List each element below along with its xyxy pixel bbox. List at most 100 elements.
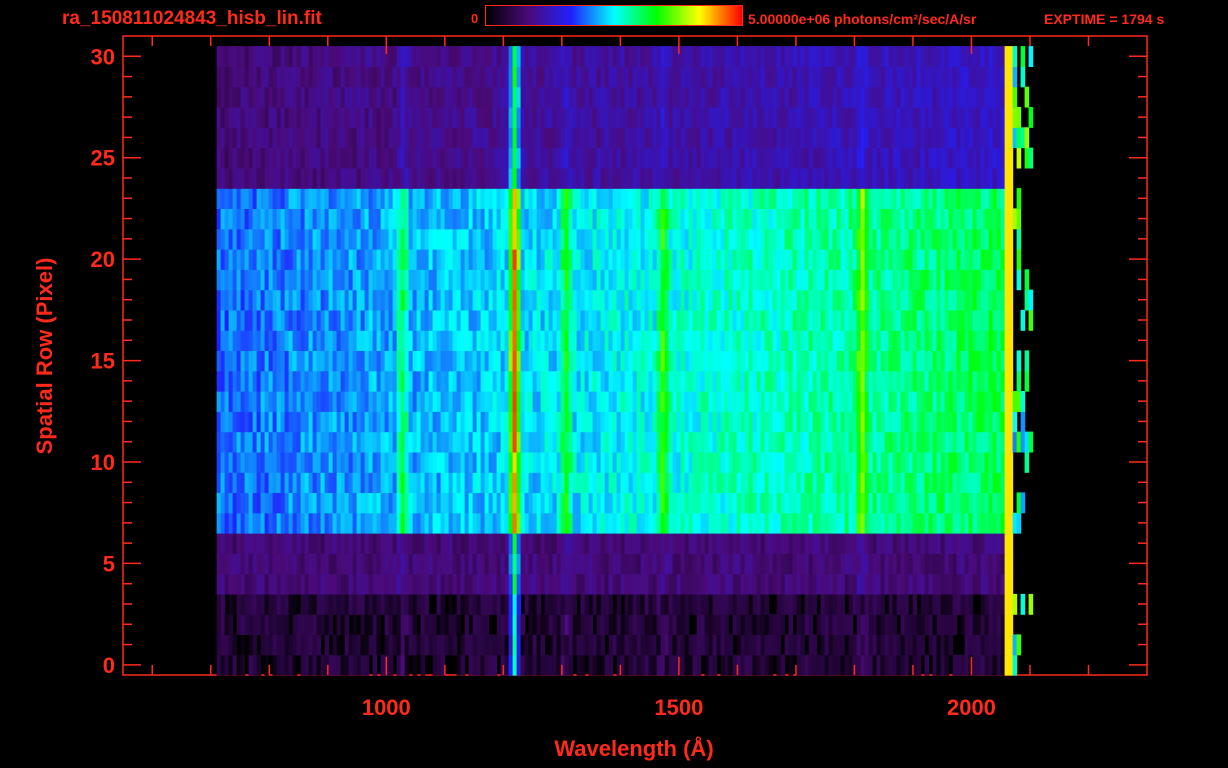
- heatmap-cell: [980, 411, 986, 433]
- heatmap-cell: [292, 593, 298, 615]
- heatmap-cell: [924, 249, 930, 270]
- heatmap-cell: [544, 492, 550, 514]
- heatmap-cell: [452, 431, 458, 453]
- heatmap-cell: [964, 492, 970, 514]
- heatmap-cell: [420, 167, 426, 189]
- heatmap-cell: [704, 512, 710, 534]
- heatmap-cell: [272, 573, 278, 595]
- heatmap-cell: [216, 654, 222, 676]
- heatmap-cell: [444, 614, 450, 635]
- heatmap-cell: [252, 249, 258, 270]
- heatmap-cell: [452, 391, 458, 412]
- heatmap-cell: [948, 634, 954, 656]
- heatmap-cell: [396, 593, 402, 615]
- heatmap-cell: [784, 289, 790, 311]
- heatmap-cell: [360, 330, 366, 351]
- heatmap-cell: [720, 533, 726, 554]
- heatmap-cell: [388, 451, 394, 473]
- heatmap-cell: [880, 289, 886, 311]
- heatmap-cell: [784, 553, 790, 575]
- heatmap-cell: [336, 208, 342, 230]
- heatmap-cell: [456, 309, 462, 331]
- heatmap-cell: [856, 228, 862, 250]
- heatmap-cell: [364, 208, 370, 230]
- heatmap-cell: [680, 593, 686, 615]
- heatmap-cell: [452, 512, 458, 534]
- heatmap-cell: [268, 411, 274, 433]
- heatmap-cell: [320, 370, 326, 392]
- heatmap-cell: [628, 593, 634, 615]
- heatmap-cell: [836, 654, 842, 676]
- heatmap-cell: [328, 391, 334, 412]
- heatmap-cell: [936, 512, 942, 534]
- heatmap-cell: [660, 614, 666, 635]
- heatmap-cell: [452, 533, 458, 554]
- heatmap-cell: [712, 208, 718, 230]
- heatmap-cell: [408, 614, 414, 635]
- heatmap-cell: [796, 533, 802, 554]
- heatmap-cell: [336, 167, 342, 189]
- heatmap-cell: [596, 228, 602, 250]
- heatmap-cell: [308, 512, 314, 534]
- heatmap-cell: [492, 533, 498, 554]
- heatmap-cell: [676, 167, 682, 189]
- heatmap-cell: [640, 573, 646, 595]
- heatmap-cell: [372, 330, 378, 351]
- heatmap-cell: [288, 573, 294, 595]
- heatmap-cell: [768, 289, 774, 311]
- heatmap-cell: [600, 289, 606, 311]
- heatmap-cell: [704, 350, 710, 372]
- heatmap-cell: [304, 269, 310, 291]
- heatmap-cell: [764, 208, 770, 230]
- heatmap-cell: [972, 228, 978, 250]
- heatmap-cell: [804, 533, 810, 554]
- heatmap-cell: [316, 269, 322, 291]
- heatmap-cell: [540, 553, 546, 575]
- heatmap-cell: [828, 411, 834, 433]
- heatmap-cell: [360, 573, 366, 595]
- heatmap-cell: [276, 431, 282, 453]
- heatmap-cell: [716, 492, 722, 514]
- heatmap-cell: [740, 249, 746, 270]
- heatmap-cell: [544, 533, 550, 554]
- heatmap-cell: [280, 492, 286, 514]
- heatmap-cell: [260, 147, 266, 169]
- heatmap-cell: [796, 573, 802, 595]
- heatmap-cell: [480, 614, 486, 635]
- heatmap-cell: [660, 228, 666, 250]
- heatmap-cell: [244, 533, 250, 554]
- heatmap-cell: [508, 492, 514, 514]
- heatmap-cell: [584, 593, 590, 615]
- heatmap-cell: [668, 228, 674, 250]
- heatmap-cell: [604, 249, 610, 270]
- heatmap-cell: [432, 147, 438, 169]
- heatmap-cell: [876, 269, 882, 291]
- heatmap-cell: [300, 391, 306, 412]
- heatmap-cell: [536, 472, 542, 493]
- heatmap-cell: [352, 654, 358, 676]
- heatmap-cell: [512, 208, 518, 230]
- heatmap-cell: [284, 512, 290, 534]
- heatmap-cell: [336, 370, 342, 392]
- heatmap-cell: [740, 350, 746, 372]
- heatmap-cell: [300, 309, 306, 331]
- heatmap-cell: [228, 167, 234, 189]
- heatmap-cell: [812, 391, 818, 412]
- heatmap-cell: [320, 208, 326, 230]
- heatmap-cell: [396, 289, 402, 311]
- heatmap-cell: [732, 431, 738, 453]
- heatmap-cell: [644, 614, 650, 635]
- heatmap-cell: [980, 614, 986, 635]
- heatmap-cell: [992, 573, 998, 595]
- heatmap-cell: [288, 249, 294, 270]
- heatmap-cell: [336, 228, 342, 250]
- heatmap-cell: [1008, 330, 1014, 351]
- heatmap-cell: [764, 553, 770, 575]
- heatmap-cell: [640, 512, 646, 534]
- heatmap-cell: [384, 228, 390, 250]
- heatmap-cell: [976, 330, 982, 351]
- heatmap-cell: [320, 451, 326, 473]
- heatmap-cell: [388, 147, 394, 169]
- heatmap-cell: [456, 411, 462, 433]
- heatmap-cell: [344, 654, 350, 676]
